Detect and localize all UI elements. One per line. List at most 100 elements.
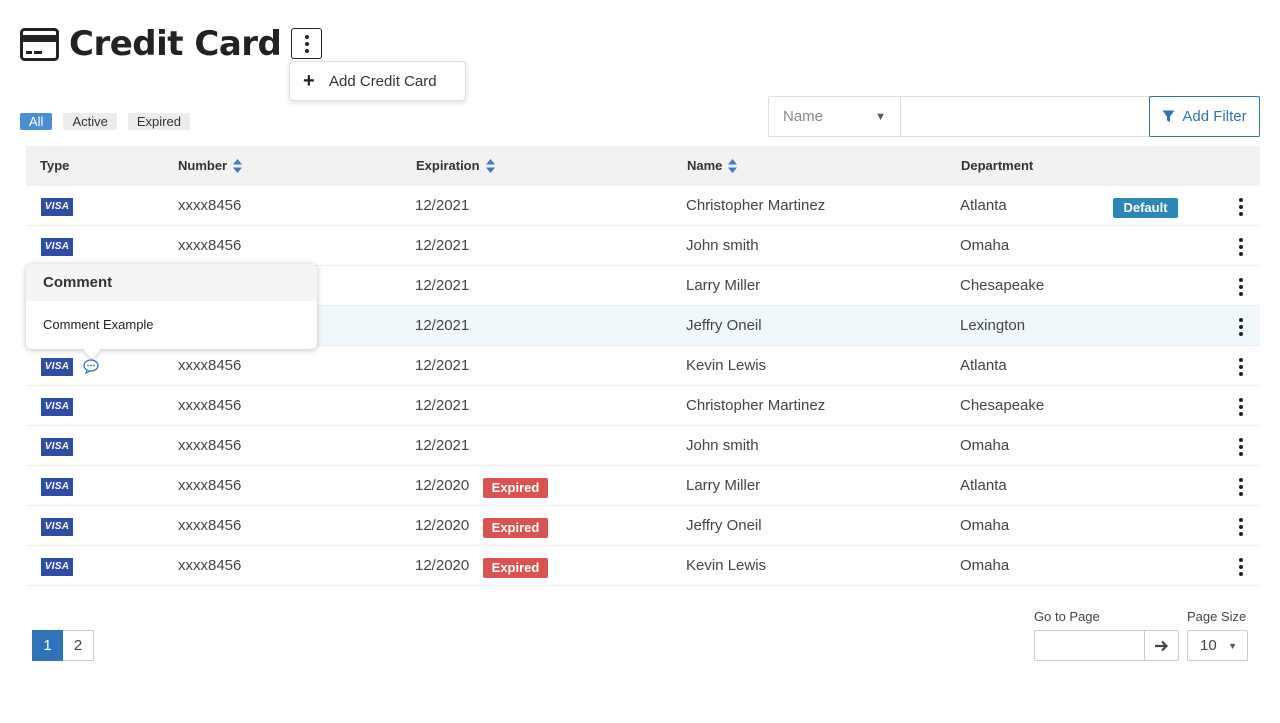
page-size-select[interactable]: 10 ▼ xyxy=(1187,630,1248,661)
table-row[interactable]: VISA xxxx8456 12/2021 John smith Omaha xyxy=(26,426,1260,466)
card-expiration: 12/2021 xyxy=(415,237,470,254)
page-button-2[interactable]: 2 xyxy=(63,630,94,661)
arrow-right-icon xyxy=(1154,640,1168,651)
more-vertical-icon xyxy=(1239,558,1243,576)
more-vertical-icon xyxy=(1239,238,1243,256)
row-menu-button[interactable] xyxy=(1231,437,1251,457)
row-menu-button[interactable] xyxy=(1231,477,1251,497)
filter-value-input[interactable] xyxy=(900,96,1150,137)
table-row[interactable]: VISA xxxx8456 12/2021 John smith Omaha xyxy=(26,226,1260,266)
column-label: Expiration xyxy=(416,158,480,173)
comment-icon[interactable] xyxy=(83,359,99,374)
card-number: xxxx8456 xyxy=(178,477,242,494)
table-row[interactable]: VISA xxxx8456 12/2021 Christopher Martinez A… xyxy=(26,186,1260,226)
menu-item-label: Add Credit Card xyxy=(329,72,437,90)
card-department: Atlanta xyxy=(960,477,1007,494)
card-expiration: 12/2021 xyxy=(415,197,470,214)
add-filter-button[interactable]: Add Filter xyxy=(1149,96,1260,137)
card-department: Omaha xyxy=(960,237,1010,254)
card-department: Chesapeake xyxy=(960,277,1045,294)
card-number: xxxx8456 xyxy=(178,397,242,414)
row-menu-button[interactable] xyxy=(1231,317,1251,337)
card-expiration: 12/2020 xyxy=(415,557,470,574)
status-filter-chips: All Active Expired xyxy=(20,113,190,130)
add-credit-card-menu-item[interactable]: + Add Credit Card xyxy=(289,61,466,101)
sort-icon xyxy=(728,158,738,173)
filter-field-select[interactable]: Name ▼ xyxy=(768,96,901,137)
card-holder-name: Kevin Lewis xyxy=(686,357,767,374)
card-number: xxxx8456 xyxy=(178,437,242,454)
chip-all[interactable]: All xyxy=(20,113,53,130)
visa-card-icon: VISA xyxy=(41,398,73,416)
visa-card-icon: VISA xyxy=(41,358,73,376)
card-holder-name: Jeffry Oneil xyxy=(686,317,762,334)
card-department: Chesapeake xyxy=(960,397,1045,414)
visa-card-icon: VISA xyxy=(41,558,73,576)
expired-badge: Expired xyxy=(483,558,548,578)
card-expiration: 12/2021 xyxy=(415,277,470,294)
card-number: xxxx8456 xyxy=(178,557,242,574)
table-row[interactable]: VISA xxxx8456 12/2020 Expired Larry Miller At… xyxy=(26,466,1260,506)
table-body: VISA xxxx8456 12/2021 Christopher Martinez A… xyxy=(26,186,1260,586)
column-label: Department xyxy=(961,158,1034,173)
go-to-page-input[interactable] xyxy=(1034,630,1145,661)
more-vertical-icon xyxy=(1239,518,1243,536)
row-menu-button[interactable] xyxy=(1231,357,1251,377)
page-menu-button[interactable] xyxy=(291,28,322,59)
table-row[interactable]: VISA xxxx8456 12/2020 Expired Jeffry Oneil Om… xyxy=(26,506,1260,546)
filter-field-value: Name xyxy=(783,108,824,125)
table-row[interactable]: VISA xxxx8456 12/2021 Christopher Martinez C… xyxy=(26,386,1260,426)
tooltip-title: Comment xyxy=(26,264,317,301)
card-department: Omaha xyxy=(960,437,1010,454)
caret-down-icon: ▼ xyxy=(875,110,886,123)
sort-icon xyxy=(485,158,495,173)
more-vertical-icon xyxy=(1239,278,1243,296)
card-holder-name: John smith xyxy=(686,437,759,454)
credit-card-icon xyxy=(20,27,59,61)
row-menu-button[interactable] xyxy=(1231,397,1251,417)
column-header-number[interactable]: Number xyxy=(178,146,243,186)
table-row[interactable]: VISA xxxx8456 12/2020 Expired Kevin Lewis Oma… xyxy=(26,546,1260,586)
column-header-name[interactable]: Name xyxy=(687,146,738,186)
card-holder-name: Jeffry Oneil xyxy=(686,517,762,534)
page-size-label: Page Size xyxy=(1187,609,1247,624)
go-to-page-button[interactable] xyxy=(1144,630,1179,661)
page-button-1[interactable]: 1 xyxy=(32,630,63,661)
column-label: Type xyxy=(40,158,70,173)
more-vertical-icon xyxy=(1239,318,1243,336)
row-menu-button[interactable] xyxy=(1231,277,1251,297)
column-label: Number xyxy=(178,158,228,173)
card-department: Atlanta xyxy=(960,197,1007,214)
column-label: Name xyxy=(687,158,723,173)
row-menu-button[interactable] xyxy=(1231,197,1251,217)
card-department: Lexington xyxy=(960,317,1026,334)
row-menu-button[interactable] xyxy=(1231,237,1251,257)
card-holder-name: Kevin Lewis xyxy=(686,557,767,574)
chip-active[interactable]: Active xyxy=(63,113,117,130)
visa-card-icon: VISA xyxy=(41,198,73,216)
plus-icon: + xyxy=(303,70,315,92)
card-number: xxxx8456 xyxy=(178,517,242,534)
more-vertical-icon xyxy=(1239,358,1243,376)
add-filter-label: Add Filter xyxy=(1182,108,1247,125)
visa-card-icon: VISA xyxy=(41,518,73,536)
more-vertical-icon xyxy=(1239,438,1243,456)
sort-icon xyxy=(233,158,243,173)
card-expiration: 12/2021 xyxy=(415,357,470,374)
pagination: 1 2 xyxy=(32,630,94,661)
caret-down-icon: ▼ xyxy=(1228,640,1237,651)
go-to-page-label: Go to Page xyxy=(1034,609,1100,624)
card-holder-name: Larry Miller xyxy=(686,277,761,294)
expired-badge: Expired xyxy=(483,478,548,498)
more-vertical-icon xyxy=(1239,198,1243,216)
card-department: Atlanta xyxy=(960,357,1007,374)
card-holder-name: Larry Miller xyxy=(686,477,761,494)
page-size-value: 10 xyxy=(1200,637,1217,654)
table-row[interactable]: VISA xxxx8456 12/2021 Kevin Lewis Atlanta xyxy=(26,346,1260,386)
row-menu-button[interactable] xyxy=(1231,557,1251,577)
column-header-expiration[interactable]: Expiration xyxy=(416,146,495,186)
chip-expired[interactable]: Expired xyxy=(127,113,190,130)
row-menu-button[interactable] xyxy=(1231,517,1251,537)
card-holder-name: Christopher Martinez xyxy=(686,197,826,214)
table-header: Type Number Expiration Name Department xyxy=(26,146,1260,186)
